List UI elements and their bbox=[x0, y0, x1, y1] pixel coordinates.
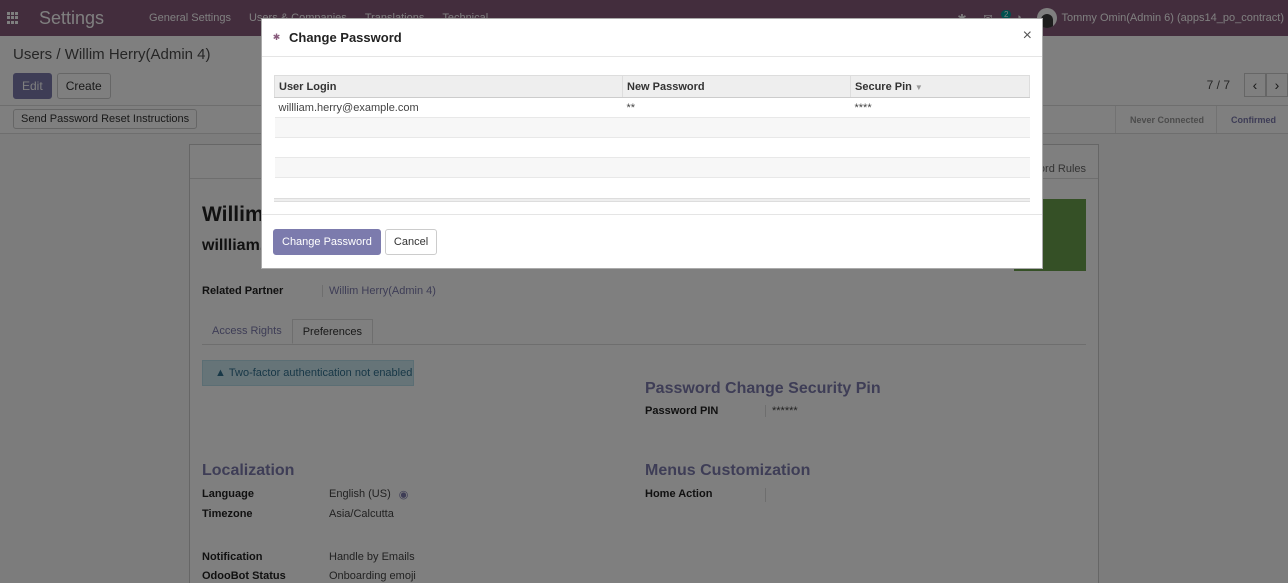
dialog-body: User Login New Password Secure Pin ▼ will… bbox=[274, 75, 1030, 202]
secure-pin-header-label: Secure Pin bbox=[855, 80, 912, 93]
table-footer bbox=[274, 198, 1030, 202]
empty-table-row bbox=[274, 137, 1030, 158]
dialog-header: ✱ Change Password × bbox=[262, 19, 1042, 57]
column-header-secure-pin[interactable]: Secure Pin ▼ bbox=[850, 75, 1030, 98]
close-icon[interactable]: × bbox=[1023, 27, 1032, 45]
change-password-dialog: ✱ Change Password × User Login New Passw… bbox=[261, 18, 1043, 269]
column-header-user-login[interactable]: User Login bbox=[274, 75, 623, 98]
empty-table-row bbox=[274, 117, 1030, 138]
column-header-new-password[interactable]: New Password bbox=[622, 75, 851, 98]
secure-pin-cell[interactable]: **** bbox=[850, 97, 1030, 118]
new-password-cell[interactable]: ** bbox=[622, 97, 851, 118]
user-login-cell: willliam.herry@example.com bbox=[274, 97, 623, 118]
dialog-title: Change Password bbox=[289, 30, 402, 45]
sort-caret-icon: ▼ bbox=[914, 82, 923, 92]
password-table: User Login New Password Secure Pin ▼ will… bbox=[274, 75, 1030, 178]
cancel-button[interactable]: Cancel bbox=[384, 229, 438, 255]
empty-table-row bbox=[274, 157, 1030, 178]
table-row[interactable]: willliam.herry@example.com ** **** bbox=[274, 97, 1030, 118]
change-password-button[interactable]: Change Password bbox=[273, 229, 381, 255]
debug-bug-icon: ✱ bbox=[272, 32, 281, 42]
dialog-footer: Change Password Cancel bbox=[262, 214, 1042, 269]
